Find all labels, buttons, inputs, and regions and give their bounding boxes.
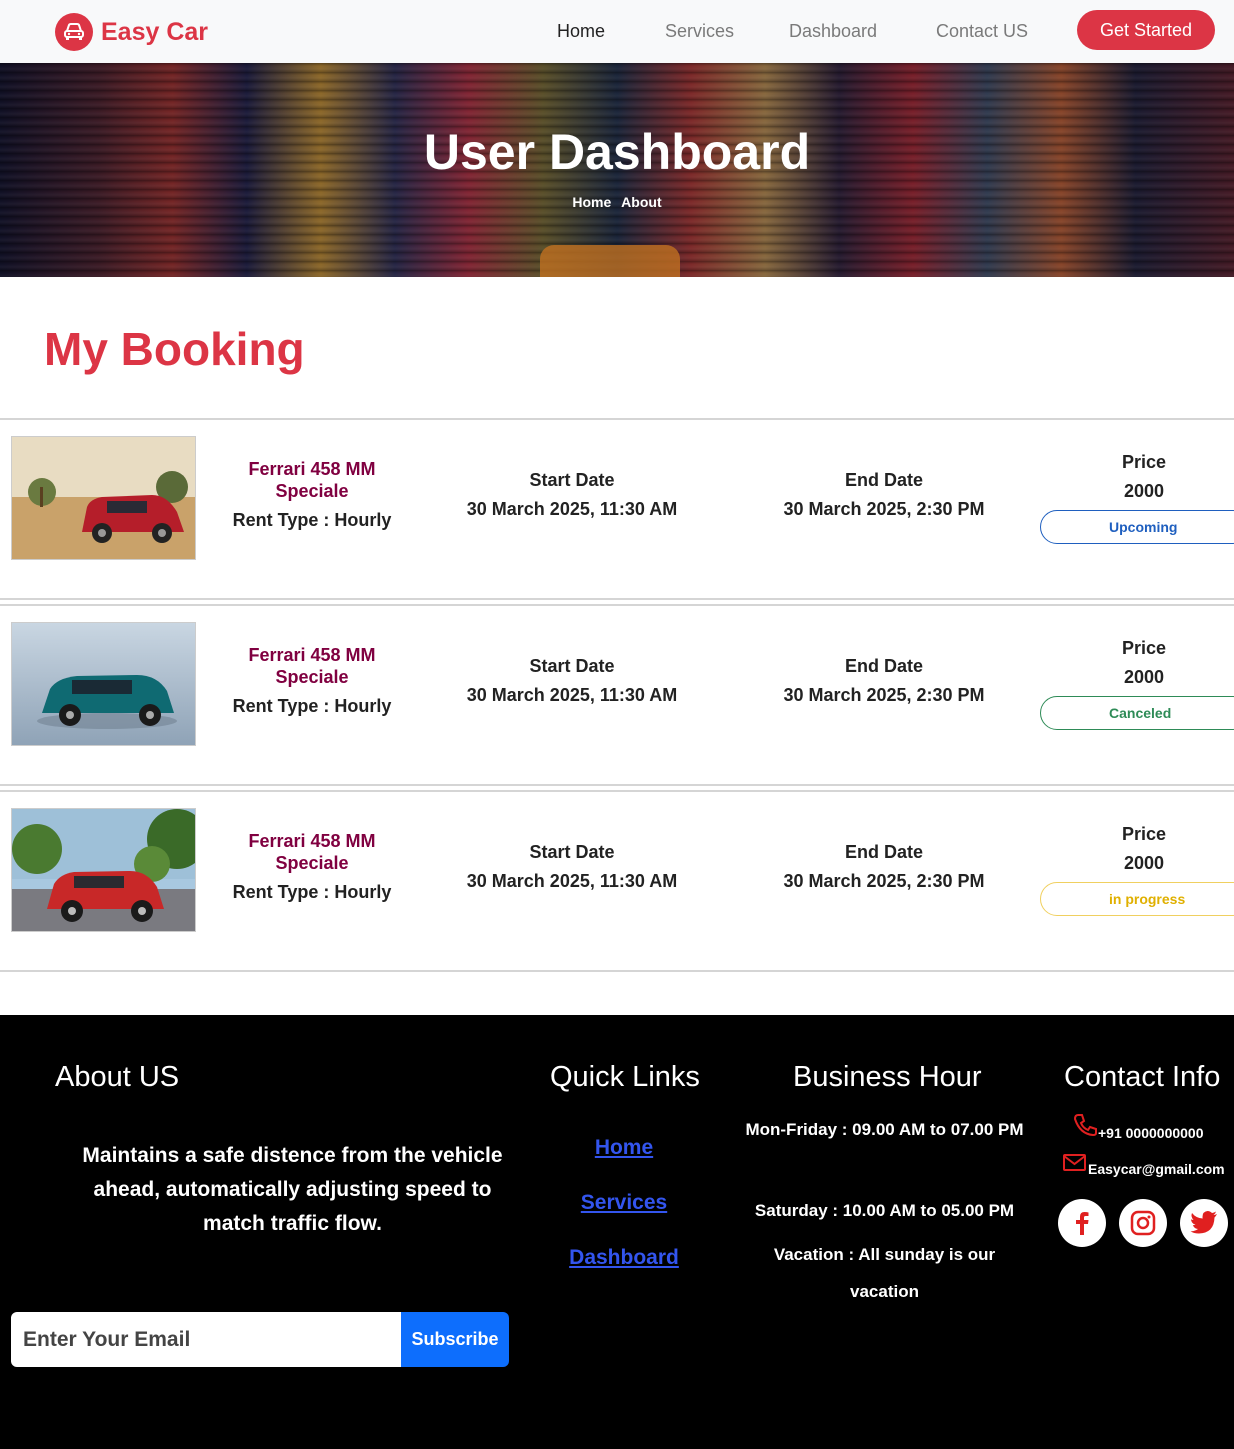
rent-type: Rent Type : Hourly xyxy=(232,510,392,530)
footer-link-home[interactable]: Home xyxy=(540,1136,708,1160)
end-date-value: 30 March 2025, 2:30 PM xyxy=(783,871,985,891)
hours-saturday: Saturday : 10.00 AM to 05.00 PM xyxy=(754,1201,1015,1220)
price-value: 2000 xyxy=(1123,667,1165,687)
breadcrumb-home[interactable]: Home xyxy=(572,194,611,210)
contact-email[interactable]: Easycar@gmail.com xyxy=(1062,1151,1225,1177)
facebook-icon[interactable] xyxy=(1058,1199,1106,1247)
phone-icon xyxy=(1072,1113,1098,1140)
car-name: Ferrari 458 MM Speciale xyxy=(248,831,376,873)
quick-links-heading: Quick Links xyxy=(550,1061,700,1093)
footer: About US Maintains a safe distence from … xyxy=(0,1015,1234,1449)
start-date-label: Start Date xyxy=(529,842,615,862)
start-date-value: 30 March 2025, 11:30 AM xyxy=(466,499,678,519)
nav-home[interactable]: Home xyxy=(557,21,605,42)
get-started-button[interactable]: Get Started xyxy=(1077,10,1215,50)
section-title: My Booking xyxy=(44,323,305,375)
hero-car-image xyxy=(540,245,680,277)
page-title: User Dashboard xyxy=(423,124,811,180)
footer-link-dashboard[interactable]: Dashboard xyxy=(540,1246,708,1270)
phone-number: +91 0000000000 xyxy=(1098,1125,1204,1141)
brand-logo[interactable]: Easy Car xyxy=(55,13,208,51)
rent-type: Rent Type : Hourly xyxy=(232,882,392,902)
breadcrumb: Home About xyxy=(0,194,1234,210)
hours-weekday: Mon-Friday : 09.00 AM to 07.00 PM xyxy=(745,1120,1024,1139)
teal-suv-image xyxy=(11,622,196,746)
rent-type: Rent Type : Hourly xyxy=(232,696,392,716)
car-name: Ferrari 458 MM Speciale xyxy=(248,459,376,501)
end-date-label: End Date xyxy=(844,656,923,676)
contact-info-heading: Contact Info xyxy=(1064,1061,1221,1093)
price-label: Price xyxy=(1121,824,1167,844)
end-date-label: End Date xyxy=(844,842,923,862)
booking-card: Ferrari 458 MM Speciale Rent Type : Hour… xyxy=(0,604,1234,786)
start-date-value: 30 March 2025, 11:30 AM xyxy=(466,871,678,891)
price-label: Price xyxy=(1121,452,1167,472)
end-date-label: End Date xyxy=(844,470,923,490)
nav-contact[interactable]: Contact US xyxy=(936,21,1028,42)
red-suv-road-image xyxy=(11,808,196,932)
navbar: Easy Car Home Services Dashboard Contact… xyxy=(0,0,1234,63)
car-icon xyxy=(55,13,93,51)
email-address: Easycar@gmail.com xyxy=(1088,1161,1225,1177)
status-badge[interactable]: Canceled xyxy=(1040,696,1234,730)
about-text: Maintains a safe distence from the vehic… xyxy=(82,1144,503,1235)
email-input[interactable] xyxy=(11,1312,403,1367)
nav-services[interactable]: Services xyxy=(665,21,734,42)
brand-name: Easy Car xyxy=(101,17,209,46)
end-date-value: 30 March 2025, 2:30 PM xyxy=(783,685,985,705)
start-date-label: Start Date xyxy=(529,470,615,490)
instagram-icon[interactable] xyxy=(1119,1199,1167,1247)
car-name: Ferrari 458 MM Speciale xyxy=(248,645,376,687)
hero-banner: User Dashboard Home About xyxy=(0,63,1234,277)
twitter-icon[interactable] xyxy=(1180,1199,1228,1247)
price-value: 2000 xyxy=(1123,481,1165,501)
start-date-label: Start Date xyxy=(529,656,615,676)
booking-card: Ferrari 458 MM Speciale Rent Type : Hour… xyxy=(0,418,1234,600)
price-label: Price xyxy=(1121,638,1167,658)
footer-link-services[interactable]: Services xyxy=(540,1191,708,1215)
nav-dashboard[interactable]: Dashboard xyxy=(789,21,877,42)
hours-vacation: Vacation : All sunday is our vacation xyxy=(773,1245,996,1301)
booking-card: Ferrari 458 MM Speciale Rent Type : Hour… xyxy=(0,790,1234,972)
mail-icon xyxy=(1062,1152,1088,1177)
contact-phone[interactable]: +91 0000000000 xyxy=(1072,1111,1204,1141)
subscribe-button[interactable]: Subscribe xyxy=(401,1312,509,1367)
breadcrumb-about[interactable]: About xyxy=(621,194,661,210)
price-value: 2000 xyxy=(1123,853,1165,873)
business-hour-heading: Business Hour xyxy=(793,1061,982,1093)
start-date-value: 30 March 2025, 11:30 AM xyxy=(466,685,678,705)
end-date-value: 30 March 2025, 2:30 PM xyxy=(783,499,985,519)
about-heading: About US xyxy=(55,1061,180,1093)
red-suv-image xyxy=(11,436,196,560)
status-badge[interactable]: in progress xyxy=(1040,882,1234,916)
status-badge[interactable]: Upcoming xyxy=(1040,510,1234,544)
